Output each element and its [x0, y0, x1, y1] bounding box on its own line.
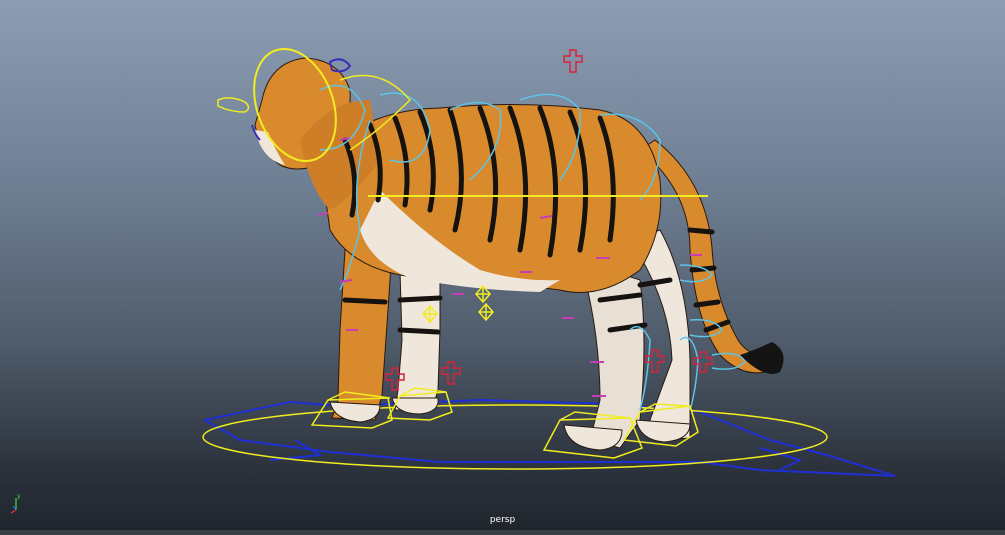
y-axis-label: y: [17, 493, 21, 500]
foot-front-right: [329, 401, 381, 423]
viewport-scene[interactable]: [0, 0, 1005, 530]
cog-locator-2[interactable]: [478, 302, 494, 322]
axis-orientation-gizmo: y: [10, 493, 21, 514]
foot-rear-left: [563, 424, 623, 451]
ear-joint-marker[interactable]: [328, 58, 352, 73]
joint-marker[interactable]: [317, 212, 329, 216]
tiger-model[interactable]: [254, 57, 784, 451]
root-control-ellipse[interactable]: [202, 404, 828, 470]
x-axis-line: [10, 509, 17, 514]
pole-vector-front-left[interactable]: [441, 361, 461, 385]
viewport-bottom-border: [0, 530, 1005, 535]
jaw-control[interactable]: [217, 97, 250, 113]
camera-name-label: persp: [489, 515, 516, 525]
3d-viewport[interactable]: y persp: [0, 0, 1005, 530]
foot-front-left: [391, 397, 439, 415]
pole-vector-top[interactable]: [563, 49, 583, 73]
ground-arrow-left: [269, 439, 324, 461]
